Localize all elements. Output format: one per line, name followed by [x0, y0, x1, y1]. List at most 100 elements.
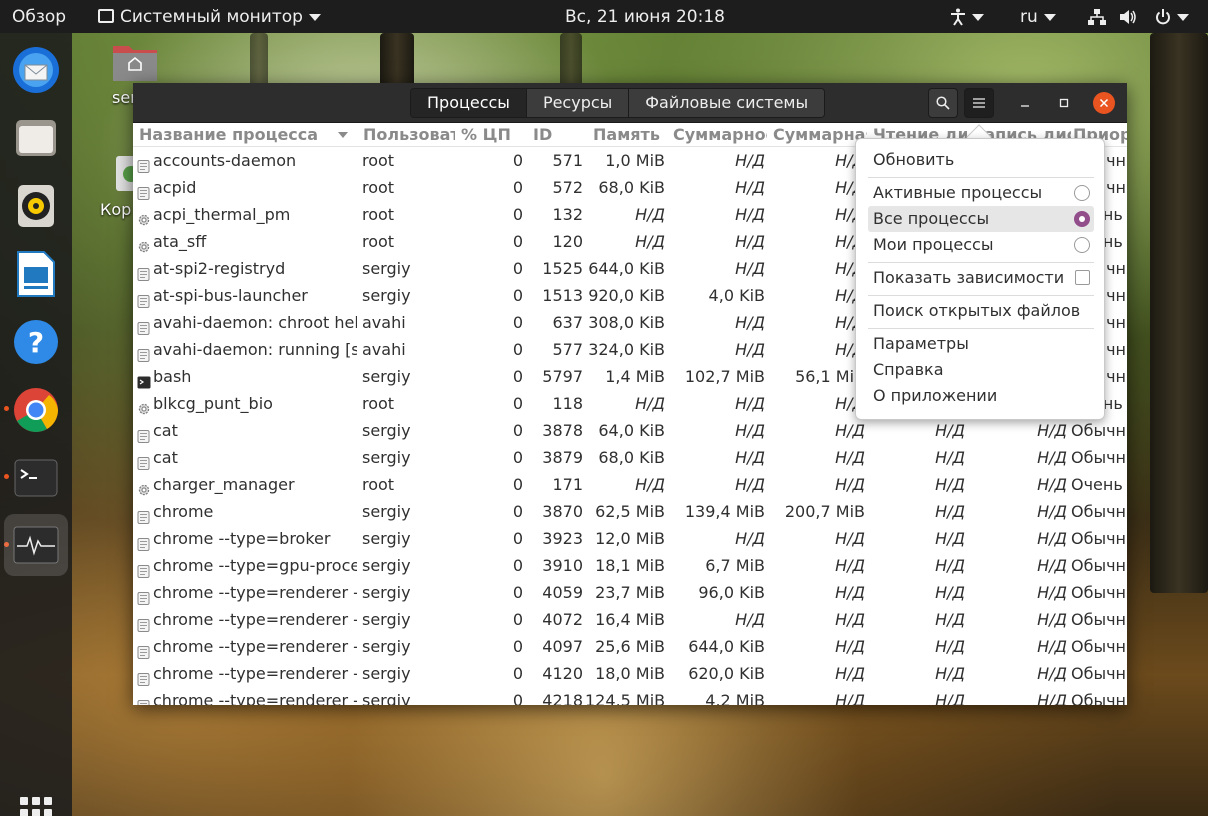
menu-item-search-open-files[interactable]: Поиск открытых файлов	[868, 298, 1094, 324]
hamburger-menu-icon	[973, 98, 985, 108]
process-user: sergiy	[362, 583, 411, 602]
clock[interactable]: Вс, 21 июня 20:18	[565, 6, 725, 28]
process-user: root	[362, 475, 395, 494]
process-memory: 64,0 KiB	[598, 421, 665, 440]
column-header-name[interactable]: Название процесса	[133, 123, 357, 147]
minimize-icon	[1021, 105, 1029, 107]
process-user: sergiy	[362, 259, 411, 278]
column-header-id[interactable]: ID	[527, 123, 585, 147]
column-header-memory[interactable]: Память	[587, 123, 667, 147]
accessibility-menu[interactable]	[950, 6, 984, 28]
process-total-read: 6,7 MiB	[705, 556, 765, 575]
process-id: 118	[552, 394, 583, 413]
show-applications-button[interactable]	[20, 797, 52, 816]
process-disk-write: Н/Д	[1037, 421, 1067, 440]
table-row[interactable]: chrome --type=renderer -- sergiy 0 4072 16,4…	[133, 606, 1127, 633]
process-total-write: Н/Д	[835, 178, 865, 197]
table-row[interactable]: chrome --type=renderer -- sergiy 0 4218 124,…	[133, 687, 1127, 705]
search-button[interactable]	[928, 88, 958, 118]
table-row[interactable]: charger_manager root 0 171 Н/Д Н/Д Н/Д Н/Д Н/Д Оч…	[133, 471, 1127, 498]
close-button[interactable]	[1093, 92, 1115, 114]
process-name: ata_sff	[153, 232, 207, 251]
process-total-write: Н/Д	[835, 529, 865, 548]
process-total-read: Н/Д	[735, 529, 765, 548]
column-header-total-read[interactable]: Суммарное	[667, 123, 767, 147]
dock-files[interactable]	[12, 114, 60, 162]
menu-item-about[interactable]: О приложении	[868, 383, 1094, 409]
menu-separator	[868, 262, 1094, 263]
process-total-read: Н/Д	[735, 178, 765, 197]
table-row[interactable]: chrome --type=renderer -- sergiy 0 4120 18,0…	[133, 660, 1127, 687]
menu-item-help[interactable]: Справка	[868, 357, 1094, 383]
tab-filesystems[interactable]: Файловые системы	[629, 89, 825, 117]
table-row[interactable]: chrome --type=renderer -- sergiy 0 4097 25,6…	[133, 633, 1127, 660]
dock-rhythmbox[interactable]	[12, 182, 60, 230]
process-priority: Обычн	[1071, 610, 1127, 629]
dock-help[interactable]: ?	[12, 318, 60, 366]
svg-text:?: ?	[28, 326, 44, 359]
menu-item-all-processes[interactable]: Все процессы	[868, 206, 1094, 232]
column-header-cpu[interactable]: % ЦП	[455, 123, 525, 147]
process-name: chrome --type=broker	[153, 529, 331, 548]
table-row[interactable]: chrome --type=renderer -- sergiy 0 4059 23,7…	[133, 579, 1127, 606]
menu-item-active-processes[interactable]: Активные процессы	[868, 180, 1094, 206]
process-cpu: 0	[512, 610, 523, 629]
process-priority: Обычн	[1071, 583, 1127, 602]
process-cpu: 0	[512, 583, 523, 602]
process-memory: 920,0 KiB	[588, 286, 665, 305]
dock-terminal[interactable]	[12, 454, 60, 502]
process-cpu: 0	[512, 664, 523, 683]
process-disk-read: Н/Д	[935, 583, 965, 602]
dock-libreoffice-impress[interactable]	[12, 250, 60, 298]
table-row[interactable]: chrome sergiy 0 3870 62,5 MiB 139,4 MiB 200,7 …	[133, 498, 1127, 525]
column-header-user[interactable]: Пользоват	[357, 123, 455, 147]
main-menu-button[interactable]	[964, 88, 994, 118]
menu-item-my-processes[interactable]: Мои процессы	[868, 232, 1094, 258]
minimize-button[interactable]	[1015, 93, 1035, 113]
dock-chrome[interactable]	[12, 386, 60, 434]
menu-item-show-dependencies[interactable]: Показать зависимости	[868, 265, 1094, 291]
process-disk-read: Н/Д	[935, 556, 965, 575]
dock-system-monitor[interactable]	[4, 514, 68, 576]
process-user: root	[362, 205, 395, 224]
process-icon	[137, 343, 150, 362]
process-priority: Очень	[1071, 475, 1123, 494]
process-total-read: Н/Д	[735, 394, 765, 413]
process-memory: Н/Д	[635, 205, 665, 224]
table-row[interactable]: cat sergiy 0 3879 68,0 KiB Н/Д Н/Д Н/Д Н/Д Обычн	[133, 444, 1127, 471]
radio-my-processes[interactable]	[1074, 237, 1090, 253]
radio-active-processes[interactable]	[1074, 185, 1090, 201]
menu-item-preferences[interactable]: Параметры	[868, 331, 1094, 357]
checkbox-show-dependencies[interactable]	[1075, 270, 1090, 285]
system-menu[interactable]	[1088, 6, 1189, 28]
process-memory: 12,0 MiB	[595, 529, 665, 548]
menu-item-refresh[interactable]: Обновить	[868, 147, 1094, 173]
process-memory: 16,4 MiB	[595, 610, 665, 629]
dock-thunderbird[interactable]	[12, 46, 60, 94]
tab-processes[interactable]: Процессы	[411, 89, 527, 117]
process-id: 3923	[542, 529, 583, 548]
process-cpu: 0	[512, 205, 523, 224]
chevron-down-icon	[972, 13, 984, 21]
process-cpu: 0	[512, 394, 523, 413]
search-icon	[936, 96, 950, 110]
menu-item-label: Все процессы	[873, 209, 990, 228]
tab-resources[interactable]: Ресурсы	[526, 89, 630, 117]
app-menu-button[interactable]: Системный монитор	[98, 6, 321, 28]
process-name: cat	[153, 421, 178, 440]
menu-item-label: Показать зависимости	[873, 268, 1065, 287]
radio-all-processes[interactable]	[1074, 211, 1090, 227]
process-name: acpi_thermal_pm	[153, 205, 291, 224]
process-user: sergiy	[362, 664, 411, 683]
table-row[interactable]: chrome --type=broker sergiy 0 3923 12,0 MiB Н…	[133, 525, 1127, 552]
column-header-total-write[interactable]: Суммарная	[767, 123, 867, 147]
process-icon	[137, 262, 150, 281]
table-row[interactable]: chrome --type=gpu-process sergiy 0 3910 18,1…	[133, 552, 1127, 579]
process-disk-write: Н/Д	[1037, 529, 1067, 548]
activities-button[interactable]: Обзор	[12, 6, 66, 28]
process-priority: Обычн	[1071, 502, 1127, 521]
maximize-button[interactable]	[1054, 93, 1074, 113]
table-row[interactable]: cat sergiy 0 3878 64,0 KiB Н/Д Н/Д Н/Д Н/Д Обычн	[133, 417, 1127, 444]
desktop-home-folder[interactable]: ser	[112, 42, 158, 107]
keyboard-layout-menu[interactable]: ru	[1020, 6, 1056, 28]
